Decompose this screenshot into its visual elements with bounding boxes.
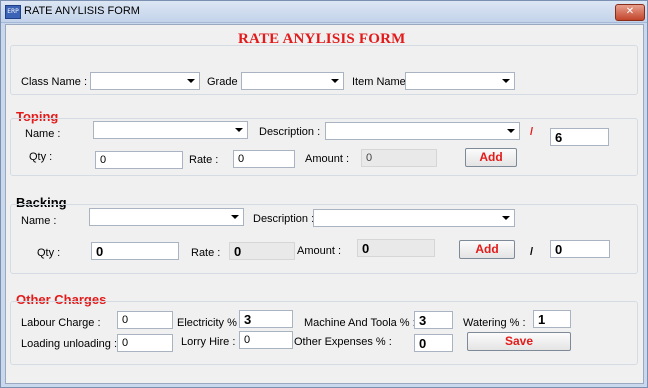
window-title: RATE ANYLISIS FORM: [24, 5, 140, 17]
grade-label: Grade :: [207, 76, 244, 88]
toping-group: Name : Description : / 6 Qty : 0 Rate : …: [10, 118, 638, 176]
backing-rate-label: Rate :: [191, 247, 221, 259]
machine-tools-input[interactable]: 3: [414, 311, 453, 329]
class-name-label: Class Name :: [21, 76, 88, 88]
class-name-dropdown[interactable]: [90, 72, 200, 90]
title-bar[interactable]: ERP RATE ANYLISIS FORM ✕: [1, 1, 647, 23]
watering-label: Watering % :: [463, 317, 526, 329]
chevron-down-icon: [187, 79, 195, 83]
backing-divisor-input[interactable]: 0: [550, 240, 610, 258]
toping-qty-input[interactable]: 0: [95, 151, 183, 169]
other-charges-group: Labour Charge : 0 Electricity % : 3 Mach…: [10, 301, 638, 365]
lorry-hire-input[interactable]: 0: [239, 331, 293, 349]
toping-rate-label: Rate :: [189, 154, 219, 166]
grade-dropdown[interactable]: [241, 72, 344, 90]
chevron-down-icon: [331, 79, 339, 83]
backing-qty-input[interactable]: 0: [91, 242, 179, 260]
chevron-down-icon: [502, 216, 510, 220]
labour-charge-input[interactable]: 0: [117, 311, 173, 329]
toping-divisor-input[interactable]: 6: [550, 128, 609, 146]
close-button[interactable]: ✕: [615, 4, 645, 21]
toping-amount-label: Amount :: [305, 153, 350, 165]
item-name-dropdown[interactable]: [405, 72, 515, 90]
electricity-label: Electricity % :: [177, 317, 244, 329]
toping-add-button[interactable]: Add: [465, 148, 517, 167]
machine-tools-label: Machine And Toola % :: [304, 317, 416, 329]
backing-name-dropdown[interactable]: [89, 208, 244, 226]
chevron-down-icon: [235, 128, 243, 132]
chevron-down-icon: [231, 215, 239, 219]
loading-unloading-label: Loading unloading :: [21, 338, 118, 350]
toping-description-dropdown[interactable]: [325, 122, 520, 140]
backing-description-dropdown[interactable]: [313, 209, 515, 227]
backing-name-label: Name :: [21, 215, 57, 227]
backing-amount-field: 0: [357, 239, 435, 257]
backing-description-label: Description :: [253, 213, 315, 225]
lorry-hire-label: Lorry Hire :: [181, 336, 236, 348]
app-icon: ERP: [5, 5, 21, 19]
toping-amount-field: 0: [361, 149, 437, 167]
loading-unloading-input[interactable]: 0: [117, 334, 173, 352]
toping-name-label: Name :: [25, 128, 61, 140]
toping-description-label: Description :: [259, 126, 321, 138]
item-name-label: Item Name :: [352, 76, 412, 88]
toping-qty-label: Qty :: [29, 151, 53, 163]
toping-rate-input[interactable]: 0: [233, 150, 295, 168]
toping-divider-slash: /: [530, 126, 534, 138]
chevron-down-icon: [507, 129, 515, 133]
chevron-down-icon: [502, 79, 510, 83]
electricity-input[interactable]: 3: [239, 310, 293, 328]
save-button[interactable]: Save: [467, 332, 571, 351]
form-client-area: RATE ANYLISIS FORM Class Name : Grade : …: [5, 24, 644, 384]
toping-name-dropdown[interactable]: [93, 121, 248, 139]
backing-qty-label: Qty :: [37, 247, 61, 259]
header-filter-group: Class Name : Grade : Item Name :: [10, 45, 638, 95]
other-expenses-label: Other Expenses % :: [294, 336, 392, 348]
other-expenses-input[interactable]: 0: [414, 334, 453, 352]
backing-divider-slash: /: [530, 246, 534, 258]
backing-amount-label: Amount :: [297, 245, 342, 257]
backing-rate-field: 0: [229, 242, 295, 260]
labour-charge-label: Labour Charge :: [21, 317, 101, 329]
app-window: ERP RATE ANYLISIS FORM ✕ RATE ANYLISIS F…: [0, 0, 648, 388]
backing-group: Name : Description : Qty : 0 Rate : 0 Am…: [10, 204, 638, 274]
backing-add-button[interactable]: Add: [459, 240, 515, 259]
watering-input[interactable]: 1: [533, 310, 571, 328]
